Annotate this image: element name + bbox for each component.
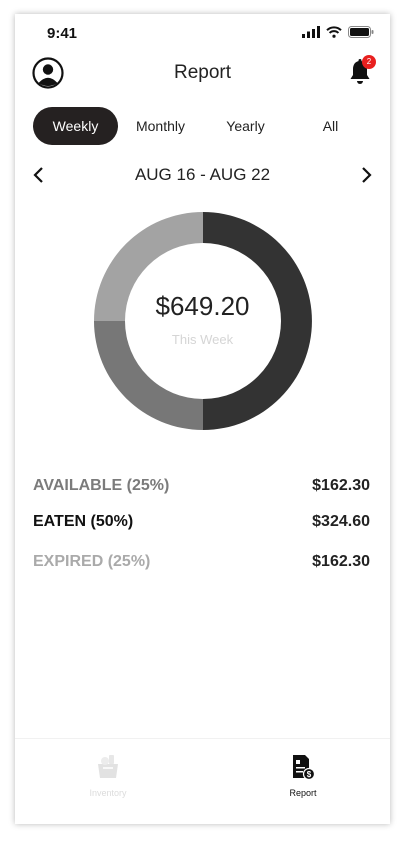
legend-value: $162.30 <box>312 477 370 494</box>
nav-item-report[interactable]: $ Report <box>268 753 338 798</box>
legend-label: AVAILABLE (25%) <box>33 477 170 494</box>
wifi-icon <box>326 26 342 38</box>
chevron-right-icon[interactable] <box>356 165 376 185</box>
period-tabs: Weekly Monthly Yearly All <box>33 107 373 145</box>
legend-label: EATEN (50%) <box>33 513 134 530</box>
legend-value: $162.30 <box>312 553 370 570</box>
legend-row-available: AVAILABLE (25%) $162.30 <box>33 477 370 501</box>
total-amount: $649.20 <box>155 291 250 321</box>
nav-item-inventory[interactable]: Inventory <box>73 753 143 798</box>
notification-badge: 2 <box>362 55 376 69</box>
date-range-label: AUG 16 - AUG 22 <box>134 165 271 184</box>
tab-yearly[interactable]: Yearly <box>203 107 288 145</box>
notification-button[interactable]: 2 <box>348 55 376 86</box>
battery-icon <box>348 26 374 38</box>
grocery-bag-icon <box>98 755 118 778</box>
legend-row-eaten: EATEN (50%) $324.60 <box>33 513 370 537</box>
legend-row-expired: EXPIRED (25%) $162.30 <box>33 553 370 577</box>
page-title: Report <box>173 62 232 83</box>
legend-label: EXPIRED (25%) <box>33 553 151 570</box>
nav-label: Report <box>289 788 317 798</box>
signal-icon <box>302 26 320 38</box>
status-time: 9:41 <box>47 25 78 42</box>
legend-value: $324.60 <box>312 513 370 530</box>
total-period-label: This Week <box>171 332 234 347</box>
svg-text:$: $ <box>307 770 312 779</box>
report-document-icon: $ <box>293 755 316 781</box>
status-icons <box>302 26 374 38</box>
header: Report 2 <box>15 54 390 98</box>
tab-all[interactable]: All <box>288 107 373 145</box>
date-navigator: AUG 16 - AUG 22 <box>15 162 390 190</box>
tab-monthly[interactable]: Monthly <box>118 107 203 145</box>
nav-label: Inventory <box>89 788 127 798</box>
status-bar: 9:41 <box>15 14 390 54</box>
phone-screen: 9:41 Report 2 Weekly Monthly Yearly All … <box>15 14 390 824</box>
tab-weekly[interactable]: Weekly <box>33 107 118 145</box>
bottom-navigation: Inventory $ Report <box>15 738 390 824</box>
